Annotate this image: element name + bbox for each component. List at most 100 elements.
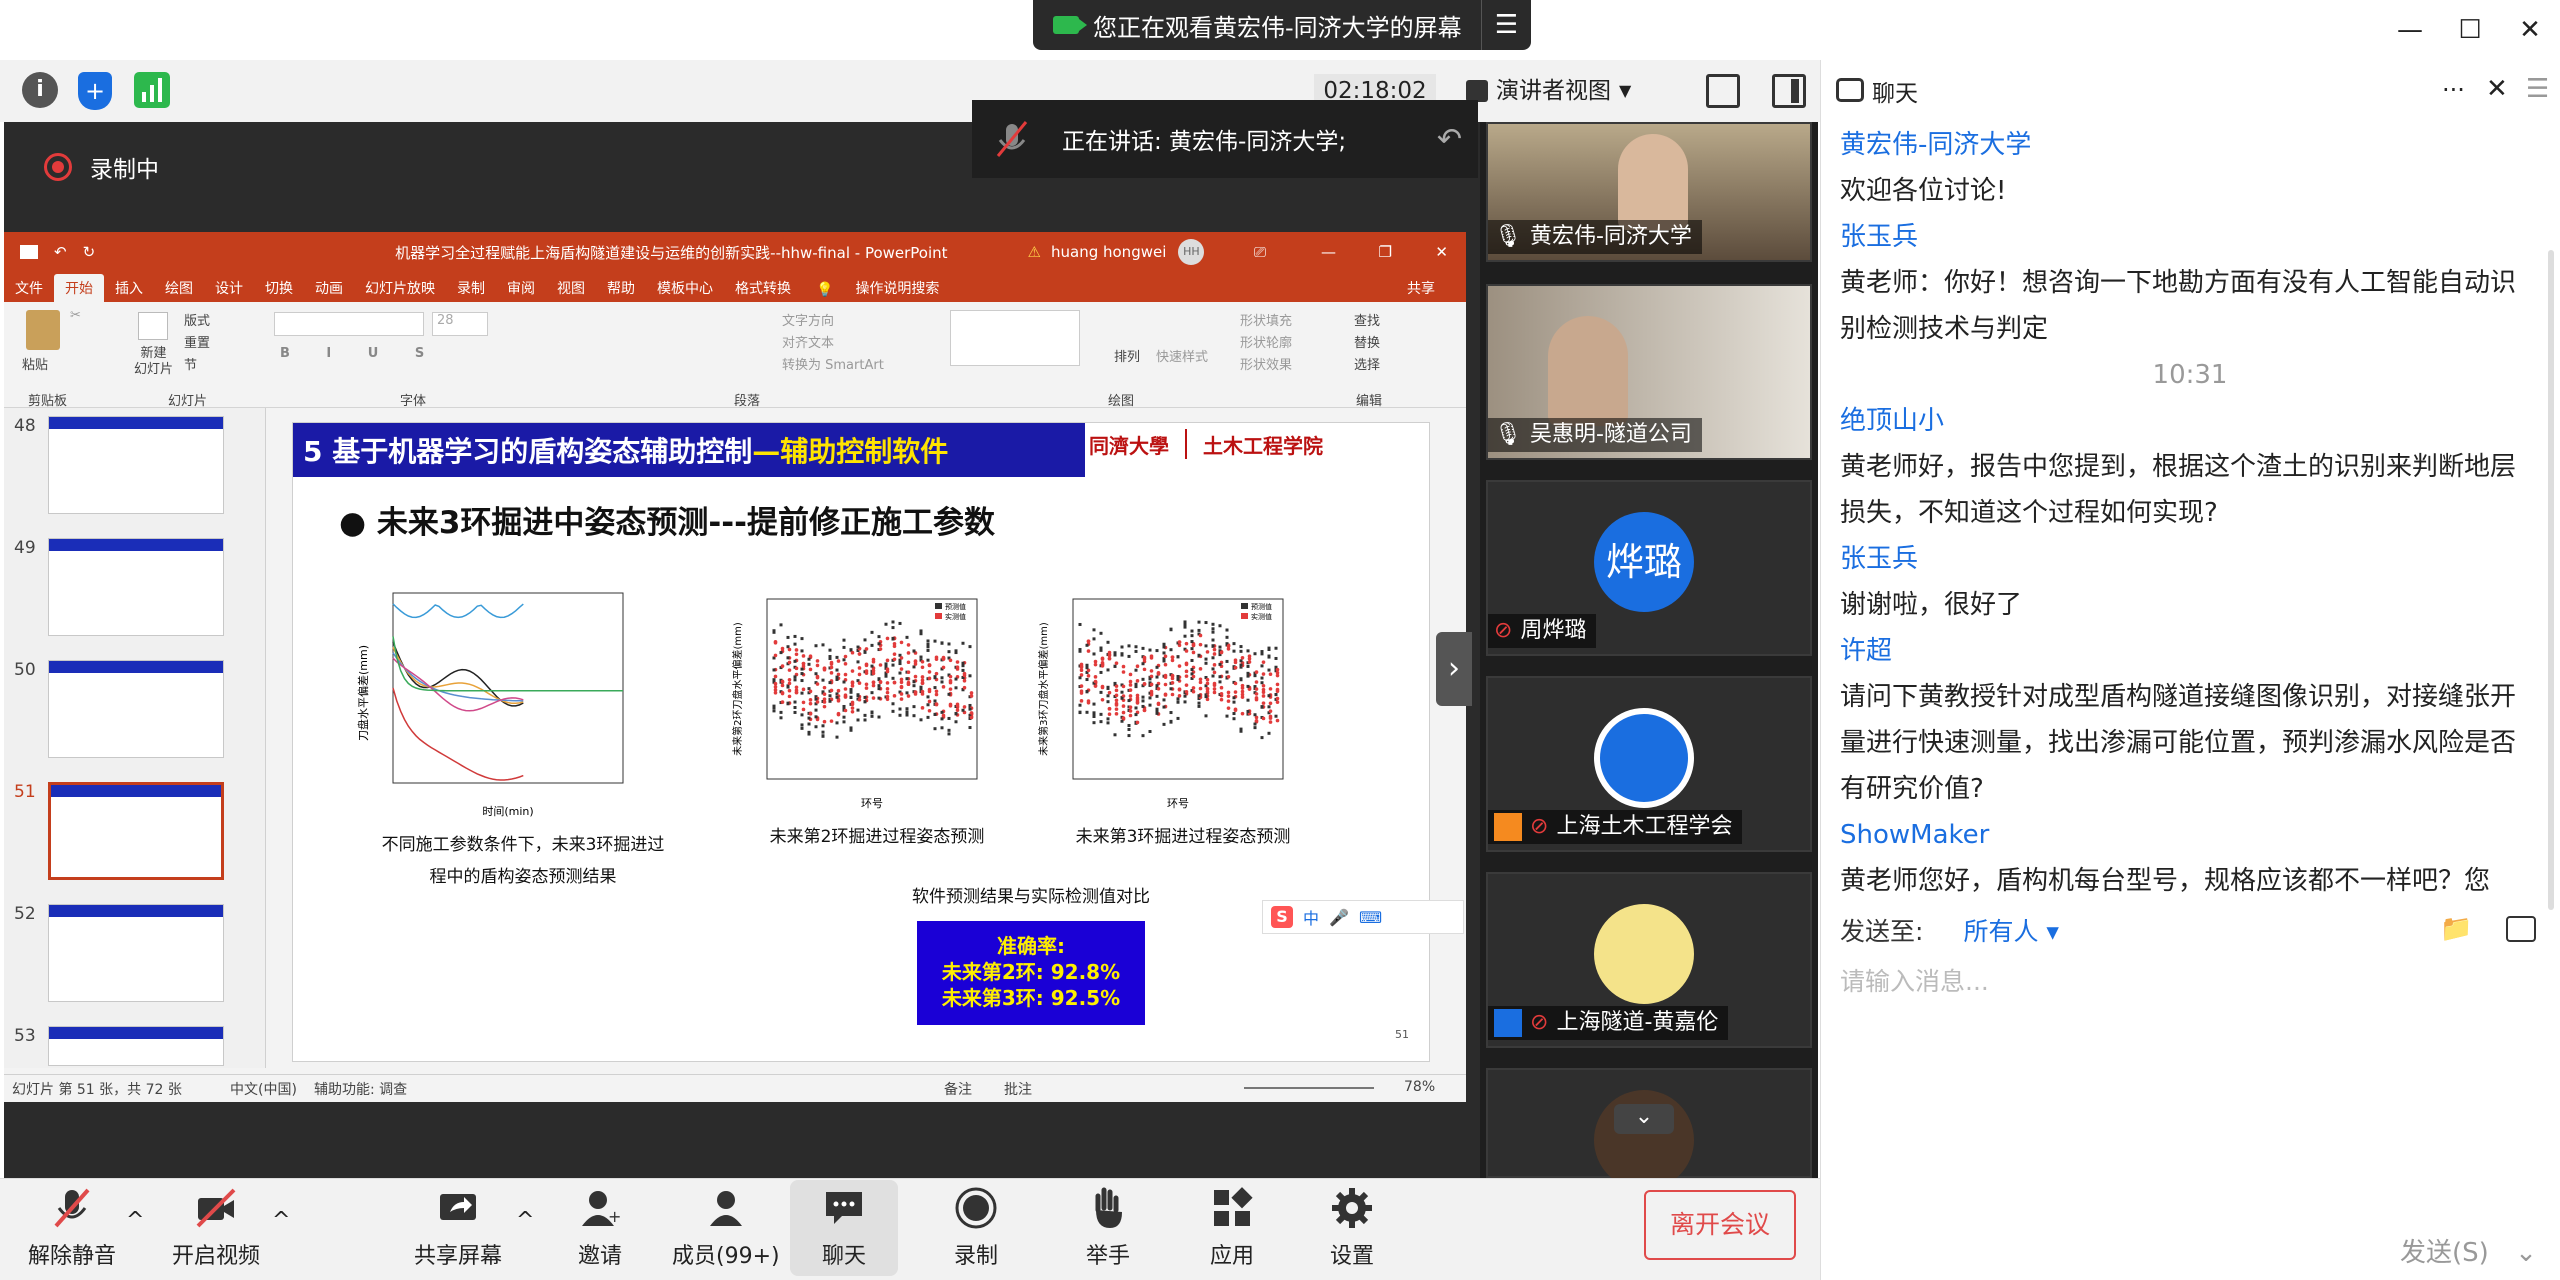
- new-slide-button[interactable]: 新建 幻灯片: [134, 346, 173, 378]
- slide-thumbnail[interactable]: [48, 538, 224, 636]
- ribbon-display-icon[interactable]: ⎚: [1254, 243, 1266, 261]
- section-button[interactable]: 节: [184, 354, 197, 373]
- invite-button[interactable]: + 邀请: [578, 1186, 622, 1270]
- start-video-button[interactable]: 开启视频: [172, 1186, 260, 1270]
- chat-input[interactable]: 请输入消息...: [1840, 962, 1989, 998]
- close-icon[interactable]: ✕: [2486, 74, 2508, 104]
- notes-button[interactable]: 备注: [944, 1079, 972, 1099]
- ppt-user-avatar[interactable]: HH: [1178, 239, 1205, 265]
- fullscreen-icon[interactable]: [1706, 74, 1740, 108]
- leave-meeting-button[interactable]: 离开会议: [1644, 1190, 1796, 1260]
- select-button[interactable]: 选择: [1354, 354, 1380, 373]
- slide-thumbnail[interactable]: [48, 1026, 224, 1066]
- tab-record[interactable]: 录制: [446, 274, 496, 302]
- chat-scrollbar[interactable]: [2548, 250, 2554, 910]
- tab-view[interactable]: 视图: [546, 274, 596, 302]
- slide-thumbnail[interactable]: [48, 416, 224, 514]
- tab-animations[interactable]: 动画: [304, 274, 354, 302]
- undo-icon[interactable]: ↶: [54, 243, 67, 261]
- font-size-input[interactable]: 28: [432, 312, 488, 336]
- find-button[interactable]: 查找: [1354, 310, 1380, 329]
- tab-draw[interactable]: 绘图: [154, 274, 204, 302]
- arrange-button[interactable]: 排列: [1114, 346, 1140, 365]
- file-icon[interactable]: 📁: [2440, 914, 2472, 944]
- chevron-down-icon[interactable]: ⌄: [1614, 1104, 1674, 1134]
- tab-home[interactable]: 开始: [54, 274, 104, 302]
- maximize-button[interactable]: ☐: [2450, 12, 2490, 48]
- zoom-slider[interactable]: [1244, 1087, 1374, 1089]
- slide-thumbnail-selected[interactable]: [48, 782, 224, 880]
- slide-thumbnail[interactable]: [48, 904, 224, 1002]
- shape-fill-button[interactable]: 形状填充: [1240, 310, 1292, 329]
- smartart-button[interactable]: 转换为 SmartArt: [782, 354, 884, 373]
- reset-button[interactable]: 重置: [184, 332, 210, 351]
- font-style-buttons[interactable]: B I U S: [280, 346, 440, 361]
- info-icon[interactable]: i: [22, 72, 58, 108]
- slide-thumbnail[interactable]: [48, 660, 224, 758]
- chat-button[interactable]: 聊天: [822, 1186, 866, 1270]
- align-text-button[interactable]: 对齐文本: [782, 332, 834, 351]
- status-language[interactable]: 中文(中国): [230, 1079, 297, 1099]
- ppt-close-button[interactable]: ✕: [1435, 243, 1448, 261]
- undo-icon[interactable]: ↶: [1437, 122, 1462, 157]
- shape-outline-button[interactable]: 形状轮廓: [1240, 332, 1292, 351]
- paste-icon[interactable]: [26, 310, 60, 350]
- notice-icon[interactable]: [2506, 916, 2536, 942]
- chevron-up-icon[interactable]: ^: [516, 1208, 534, 1233]
- ppt-minimize-button[interactable]: —: [1321, 243, 1336, 261]
- replace-button[interactable]: 替换: [1354, 332, 1380, 351]
- chevron-right-icon[interactable]: ›: [1436, 632, 1472, 706]
- tab-insert[interactable]: 插入: [104, 274, 154, 302]
- settings-button[interactable]: 设置: [1330, 1186, 1374, 1270]
- new-slide-icon[interactable]: [138, 312, 168, 340]
- security-shield-icon[interactable]: +: [78, 72, 112, 110]
- participant-tile[interactable]: ⊘ 上海隧道-黄嘉伦: [1486, 872, 1812, 1048]
- minimize-button[interactable]: —: [2390, 12, 2430, 48]
- record-button[interactable]: 录制: [954, 1186, 998, 1270]
- tab-format-convert[interactable]: 格式转换: [724, 274, 802, 302]
- save-icon[interactable]: [20, 245, 38, 259]
- menu-icon[interactable]: ☰: [1481, 0, 1531, 50]
- presenter-view-dropdown[interactable]: 演讲者视图 ▼: [1466, 72, 1631, 110]
- redo-icon[interactable]: ↻: [83, 243, 96, 261]
- tab-review[interactable]: 审阅: [496, 274, 546, 302]
- participant-tile[interactable]: 🎙 吴惠明-隧道公司: [1486, 284, 1812, 460]
- slide-canvas[interactable]: 5 基于机器学习的盾构姿态辅助控制 —辅助控制软件 同濟大學 土木工程学院 ● …: [292, 422, 1430, 1062]
- paste-button[interactable]: 粘贴: [22, 354, 48, 373]
- unmute-button[interactable]: 解除静音: [28, 1186, 116, 1270]
- share-button[interactable]: 共享: [1396, 274, 1446, 302]
- shape-effect-button[interactable]: 形状效果: [1240, 354, 1292, 373]
- participant-tile[interactable]: 烨璐 ⊘ 周烨璐: [1486, 480, 1812, 656]
- send-to-dropdown[interactable]: 所有人 ▾: [1963, 912, 2059, 948]
- members-button[interactable]: 成员(99+): [672, 1186, 780, 1270]
- chevron-up-icon[interactable]: ^: [126, 1208, 144, 1233]
- raise-hand-button[interactable]: 举手: [1086, 1186, 1130, 1270]
- ime-keyboard-icon[interactable]: ⌨: [1359, 908, 1382, 927]
- close-window-button[interactable]: ✕: [2510, 12, 2550, 48]
- quick-styles-button[interactable]: 快速样式: [1156, 346, 1208, 365]
- ime-toolbar[interactable]: S 中 🎤 ⌨: [1262, 900, 1464, 934]
- tab-slideshow[interactable]: 幻灯片放映: [354, 274, 446, 302]
- status-accessibility[interactable]: 辅助功能: 调查: [314, 1079, 407, 1099]
- shapes-gallery[interactable]: [950, 310, 1080, 366]
- chevron-up-icon[interactable]: ^: [272, 1208, 290, 1233]
- tab-file[interactable]: 文件: [4, 274, 54, 302]
- zoom-level[interactable]: 78%: [1404, 1079, 1435, 1095]
- ppt-restore-button[interactable]: ❐: [1379, 243, 1392, 261]
- sidebar-toggle-icon[interactable]: [1772, 74, 1806, 108]
- cut-icon[interactable]: ✂: [70, 308, 81, 323]
- comments-button[interactable]: 批注: [1004, 1079, 1032, 1099]
- tab-design[interactable]: 设计: [204, 274, 254, 302]
- menu-icon[interactable]: ☰: [2526, 74, 2549, 104]
- tab-transitions[interactable]: 切换: [254, 274, 304, 302]
- layout-button[interactable]: 版式: [184, 310, 210, 329]
- more-icon[interactable]: ···: [2442, 76, 2465, 104]
- tell-me-search[interactable]: 操作说明搜索: [844, 274, 950, 302]
- signal-icon[interactable]: [134, 72, 170, 108]
- tab-help[interactable]: 帮助: [596, 274, 646, 302]
- participant-tile[interactable]: ⌄: [1486, 1068, 1812, 1190]
- send-button[interactable]: 发送(S) ⌄: [2400, 1232, 2537, 1269]
- share-screen-button[interactable]: 共享屏幕: [414, 1186, 502, 1270]
- ime-mode-icon[interactable]: 中: [1303, 905, 1319, 929]
- tab-template-center[interactable]: 模板中心: [646, 274, 724, 302]
